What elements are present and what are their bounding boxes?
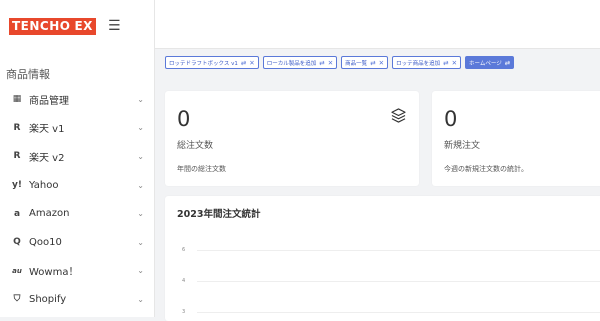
sidebar-item-label: Shopify bbox=[29, 293, 67, 305]
total-orders-card: 0 総注文数 年間の総注文数 bbox=[165, 91, 419, 186]
swap-icon: ⇄ bbox=[319, 58, 325, 67]
tab-lotte-draft-box-v1[interactable]: ロッテドラフトボックス v1 ⇄ ✕ bbox=[165, 56, 259, 69]
total-orders-title: 総注文数 bbox=[177, 141, 214, 151]
close-icon[interactable]: ✕ bbox=[379, 59, 384, 67]
yahoo-icon: y! bbox=[12, 180, 22, 191]
chevron-down-icon: ⌄ bbox=[137, 94, 144, 104]
logo-text-a: TENCHO bbox=[10, 18, 73, 34]
tab-label: 商品一覧 bbox=[345, 60, 368, 67]
sidebar-item-label: 商品管理 bbox=[29, 95, 69, 107]
gridline bbox=[197, 281, 600, 282]
logo-text-b: EX bbox=[72, 18, 95, 34]
top-bar bbox=[155, 0, 600, 49]
new-orders-card: 0 新規注文 今週の新規注文数の統計。 bbox=[432, 91, 600, 186]
total-orders-value: 0 bbox=[177, 107, 191, 131]
chevron-down-icon: ⌄ bbox=[137, 123, 144, 133]
logo-row: TENCHO EX ☰ bbox=[0, 0, 154, 52]
grid-icon: ▦ bbox=[12, 94, 22, 105]
tab-homepage[interactable]: ホームページ ⇄ bbox=[465, 56, 515, 69]
shopify-icon: ⛉ bbox=[13, 294, 21, 305]
tab-label: ローカル製品を追加 bbox=[266, 60, 317, 67]
swap-icon: ⇄ bbox=[240, 58, 247, 67]
tab-product-list[interactable]: 商品一覧 ⇄ ✕ bbox=[341, 56, 389, 69]
new-orders-value: 0 bbox=[444, 107, 458, 131]
sidebar-item-amazon[interactable]: a Amazon ⌄ bbox=[0, 199, 154, 228]
sidebar-item-label: 楽天 v2 bbox=[29, 152, 65, 164]
sidebar-item-yahoo[interactable]: y! Yahoo ⌄ bbox=[0, 171, 154, 200]
gridline bbox=[197, 250, 600, 251]
gridline bbox=[197, 312, 600, 313]
sidebar-item-rakuten-v1[interactable]: R 楽天 v1 ⌄ bbox=[0, 114, 154, 143]
tab-label: ロッテ商品を追加 bbox=[396, 60, 441, 67]
layers-icon bbox=[391, 108, 406, 123]
sidebar-item-rakuten-v2[interactable]: R 楽天 v2 ⌄ bbox=[0, 142, 154, 171]
new-orders-subtitle: 今週の新規注文数の統計。 bbox=[444, 165, 528, 173]
chevron-down-icon: ⌄ bbox=[137, 209, 144, 219]
close-icon[interactable]: ✕ bbox=[452, 59, 457, 67]
hamburger-menu-icon[interactable]: ☰ bbox=[108, 18, 121, 34]
total-orders-subtitle: 年間の総注文数 bbox=[177, 165, 226, 173]
tab-label: ホームページ bbox=[469, 60, 502, 67]
tab-add-local-product[interactable]: ローカル製品を追加 ⇄ ✕ bbox=[262, 56, 338, 69]
swap-icon: ⇄ bbox=[443, 58, 449, 67]
y-tick-label: 6 bbox=[182, 247, 186, 253]
sidebar-item-label: 楽天 v1 bbox=[29, 124, 65, 136]
close-icon[interactable]: ✕ bbox=[328, 59, 333, 67]
sidebar-item-label: Amazon bbox=[29, 208, 70, 220]
chevron-down-icon: ⌄ bbox=[137, 294, 144, 304]
swap-icon: ⇄ bbox=[370, 58, 376, 67]
y-tick-label: 4 bbox=[182, 278, 186, 284]
qoo10-icon: Q bbox=[13, 237, 21, 248]
logo[interactable]: TENCHO EX bbox=[9, 17, 96, 35]
sidebar: TENCHO EX ☰ 商品情報 ▦ 商品管理 ⌄ R 楽天 v1 ⌄ R 楽天… bbox=[0, 0, 155, 317]
annual-orders-chart-card: 2023年間注文統計 6 4 3 bbox=[165, 196, 600, 321]
sidebar-item-label: Wowma！ bbox=[29, 267, 79, 279]
sidebar-section-title: 商品情報 bbox=[6, 68, 50, 81]
chart-title: 2023年間注文統計 bbox=[177, 209, 261, 220]
sidebar-item-label: Yahoo bbox=[29, 179, 59, 191]
chevron-down-icon: ⌄ bbox=[137, 266, 144, 276]
tab-label: ロッテドラフトボックス v1 bbox=[169, 60, 238, 67]
sidebar-item-label: Qoo10 bbox=[29, 236, 62, 248]
chevron-down-icon: ⌄ bbox=[137, 237, 144, 247]
rakuten-icon: R bbox=[13, 151, 21, 162]
sidebar-item-qoo10[interactable]: Q Qoo10 ⌄ bbox=[0, 228, 154, 257]
rakuten-icon: R bbox=[13, 122, 21, 133]
chevron-down-icon: ⌄ bbox=[137, 151, 144, 161]
swap-icon: ⇄ bbox=[504, 58, 511, 67]
page-tabs: ロッテドラフトボックス v1 ⇄ ✕ ローカル製品を追加 ⇄ ✕ 商品一覧 ⇄ … bbox=[165, 56, 515, 69]
sidebar-item-wowma[interactable]: au Wowma！ ⌄ bbox=[0, 257, 154, 286]
wowma-icon: au bbox=[12, 266, 22, 275]
y-tick-label: 3 bbox=[182, 309, 186, 315]
new-orders-title: 新規注文 bbox=[444, 141, 481, 151]
sidebar-item-shopify[interactable]: ⛉ Shopify ⌄ bbox=[0, 285, 154, 314]
amazon-icon: a bbox=[13, 208, 21, 219]
close-icon[interactable]: ✕ bbox=[249, 59, 254, 67]
sidebar-item-product-management[interactable]: ▦ 商品管理 ⌄ bbox=[0, 85, 154, 114]
chevron-down-icon: ⌄ bbox=[137, 180, 144, 190]
tab-add-lotte-product[interactable]: ロッテ商品を追加 ⇄ ✕ bbox=[392, 56, 462, 69]
